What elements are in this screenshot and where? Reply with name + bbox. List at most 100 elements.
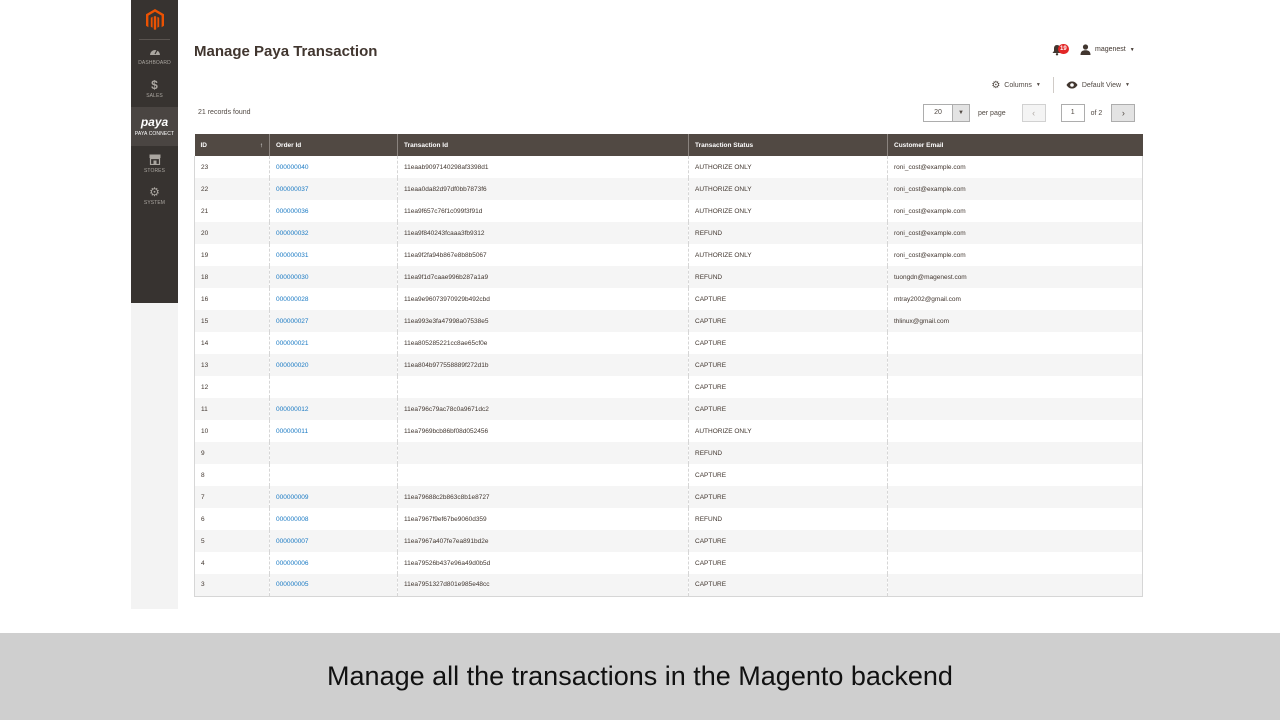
table-body: 23 000000040 11eaab9097140298af3398d1 AUTHO… xyxy=(194,156,1143,597)
cell-transaction-status: AUTHORIZE ONLY xyxy=(688,200,888,222)
table-row[interactable]: 20 000000032 11ea9f840243fcaaa3fb9312 REFUN… xyxy=(194,222,1143,244)
cell-customer-email: mtray2002@gmail.com xyxy=(887,288,1143,310)
cell-transaction-status: CAPTURE xyxy=(688,530,888,552)
caption-text: Manage all the transactions in the Magen… xyxy=(0,633,1280,720)
cell-order-id[interactable]: 000000005 xyxy=(269,574,398,597)
previous-page-button[interactable]: ‹ xyxy=(1021,104,1046,122)
cell-transaction-status: CAPTURE xyxy=(688,288,888,310)
cell-id: 11 xyxy=(194,398,270,420)
cell-order-id[interactable]: 000000030 xyxy=(269,266,398,288)
table-row[interactable]: 5 000000007 11ea7967a407fe7ea891bd2e CAPTUR… xyxy=(194,530,1143,552)
cell-order-id[interactable]: 000000037 xyxy=(269,178,398,200)
table-row[interactable]: 8 CAPTURE xyxy=(194,464,1143,486)
user-icon xyxy=(1080,44,1091,55)
sidebar-item-label: STORES xyxy=(143,168,166,174)
cell-id: 8 xyxy=(194,464,270,486)
cell-transaction-status: CAPTURE xyxy=(688,574,888,597)
cell-id: 21 xyxy=(194,200,270,222)
table-row[interactable]: 13 000000020 11ea804b977558889f272d1b CAPTU… xyxy=(194,354,1143,376)
cell-transaction-status: CAPTURE xyxy=(688,464,888,486)
table-row[interactable]: 12 CAPTURE xyxy=(194,376,1143,398)
cell-order-id[interactable]: 000000020 xyxy=(269,354,398,376)
cell-transaction-id: 11eaa0da82d97df0bb7873f6 xyxy=(397,178,689,200)
cell-order-id[interactable] xyxy=(269,464,398,486)
cell-order-id[interactable]: 000000032 xyxy=(269,222,398,244)
cell-customer-email: roni_cost@example.com xyxy=(887,222,1143,244)
cell-order-id[interactable]: 000000006 xyxy=(269,552,398,574)
cell-transaction-status: AUTHORIZE ONLY xyxy=(688,178,888,200)
cell-order-id[interactable]: 000000027 xyxy=(269,310,398,332)
sidebar-item-label: PAYA CONNECT xyxy=(134,131,175,137)
chevron-down-icon: ▼ xyxy=(1035,82,1041,88)
cell-transaction-status: REFUND xyxy=(688,266,888,288)
cell-transaction-id xyxy=(397,376,689,398)
view-selector[interactable]: Default View ▼ xyxy=(1062,78,1134,92)
table-row[interactable]: 9 REFUND xyxy=(194,442,1143,464)
table-row[interactable]: 14 000000021 11ea805285221cc8ae65cf0e CAPTU… xyxy=(194,332,1143,354)
table-row[interactable]: 19 000000031 11ea9f2fa94b867e8b8b5067 AUTHO… xyxy=(194,244,1143,266)
admin-sidebar: DASHBOARD $ SALES paya PAYA CONNECT STOR… xyxy=(131,0,178,303)
cell-order-id[interactable]: 000000012 xyxy=(269,398,398,420)
table-row[interactable]: 7 000000009 11ea79688c2b863c8b1e8727 CAPTUR… xyxy=(194,486,1143,508)
next-page-button[interactable]: › xyxy=(1111,104,1136,122)
table-row[interactable]: 3 000000005 11ea7951327d801e985e48cc CAPTUR… xyxy=(194,574,1143,597)
cell-transaction-status: CAPTURE xyxy=(688,486,888,508)
table-row[interactable]: 15 000000027 11ea993e3fa47998a07538e5 CAPTU… xyxy=(194,310,1143,332)
cell-transaction-id xyxy=(397,442,689,464)
table-row[interactable]: 11 000000012 11ea796c79ac78c0a9671dc2 CAPTU… xyxy=(194,398,1143,420)
cell-order-id[interactable]: 000000008 xyxy=(269,508,398,530)
cell-customer-email xyxy=(887,420,1143,442)
cell-order-id[interactable]: 000000036 xyxy=(269,200,398,222)
table-row[interactable]: 22 000000037 11eaa0da82d97df0bb7873f6 AUTHO… xyxy=(194,178,1143,200)
sidebar-item-system[interactable]: ⚙ SYSTEM xyxy=(131,186,178,208)
chevron-down-icon: ▼ xyxy=(952,105,969,121)
cell-order-id[interactable]: 000000011 xyxy=(269,420,398,442)
table-row[interactable]: 16 000000028 11ea9e96073970929b492cbd CAPTU… xyxy=(194,288,1143,310)
cell-transaction-status: CAPTURE xyxy=(688,552,888,574)
columns-button[interactable]: ⚙ Columns ▼ xyxy=(987,78,1045,92)
table-row[interactable]: 10 000000011 11ea7969bcb86bf08d052456 AUTHO… xyxy=(194,420,1143,442)
cell-id: 22 xyxy=(194,178,270,200)
chevron-down-icon: ▼ xyxy=(1125,82,1130,88)
cell-transaction-id: 11ea796c79ac78c0a9671dc2 xyxy=(397,398,689,420)
column-header-customer-email[interactable]: Customer Email xyxy=(887,134,1143,156)
column-header-id[interactable]: ID ↑ xyxy=(194,134,270,156)
sidebar-item-sales[interactable]: $ SALES xyxy=(131,79,178,101)
column-header-order-id[interactable]: Order Id xyxy=(269,134,398,156)
sidebar-item-stores[interactable]: STORES xyxy=(131,154,178,176)
cell-customer-email: tuongdn@magenest.com xyxy=(887,266,1143,288)
table-row[interactable]: 21 000000036 11ea9f657c76f1c099f3f91d AUTHO… xyxy=(194,200,1143,222)
sidebar-divider xyxy=(139,39,170,40)
table-row[interactable]: 23 000000040 11eaab9097140298af3398d1 AUTHO… xyxy=(194,156,1143,178)
cell-id: 14 xyxy=(194,332,270,354)
sidebar-item-paya-connect[interactable]: paya PAYA CONNECT xyxy=(131,107,178,146)
user-name: magenest xyxy=(1095,46,1126,53)
user-menu[interactable]: magenest ▼ xyxy=(1080,44,1135,55)
per-page-select[interactable]: 20 ▼ xyxy=(923,104,970,122)
cell-id: 16 xyxy=(194,288,270,310)
cell-customer-email xyxy=(887,332,1143,354)
cell-order-id[interactable]: 000000031 xyxy=(269,244,398,266)
table-row[interactable]: 4 000000006 11ea79526b437e96a49d0b5d CAPTUR… xyxy=(194,552,1143,574)
cell-order-id[interactable]: 000000028 xyxy=(269,288,398,310)
magento-logo[interactable] xyxy=(131,6,178,34)
cell-order-id[interactable]: 000000007 xyxy=(269,530,398,552)
gear-icon: ⚙ xyxy=(991,79,1001,91)
table-row[interactable]: 6 000000008 11ea7967f9ef67be9060d359 REFUND xyxy=(194,508,1143,530)
table-row[interactable]: 18 000000030 11ea9f1d7caae996b287a1a9 REFUN… xyxy=(194,266,1143,288)
magento-logo-icon xyxy=(145,9,164,30)
column-header-transaction-status[interactable]: Transaction Status xyxy=(688,134,888,156)
notification-badge[interactable]: 19 xyxy=(1058,44,1069,54)
cell-order-id[interactable]: 000000021 xyxy=(269,332,398,354)
total-pages: of 2 xyxy=(1090,109,1103,117)
cell-order-id[interactable] xyxy=(269,376,398,398)
cell-id: 20 xyxy=(194,222,270,244)
cell-order-id[interactable] xyxy=(269,442,398,464)
sidebar-item-label: SYSTEM xyxy=(143,200,166,206)
cell-order-id[interactable]: 000000040 xyxy=(269,156,398,178)
page-number-input[interactable]: 1 xyxy=(1060,104,1085,122)
cell-order-id[interactable]: 000000009 xyxy=(269,486,398,508)
cell-transaction-id: 11ea9f2fa94b867e8b8b5067 xyxy=(397,244,689,266)
sidebar-item-dashboard[interactable]: DASHBOARD xyxy=(131,46,178,68)
column-header-transaction-id[interactable]: Transaction Id xyxy=(397,134,689,156)
